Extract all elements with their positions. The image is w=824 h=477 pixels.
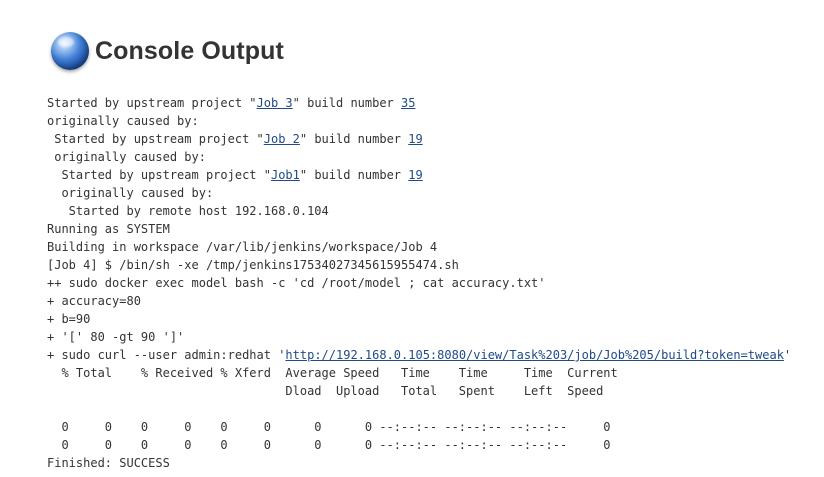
log-text: Started by upstream project "	[47, 96, 257, 110]
build-number-link[interactable]: 19	[408, 132, 422, 146]
console-line: originally caused by:	[47, 114, 199, 128]
log-text: '	[783, 348, 792, 362]
console-line: + '[' 80 -gt 90 ']'	[47, 330, 185, 344]
console-line: Started by upstream project "Job 3" buil…	[47, 94, 791, 112]
console-line: Started by upstream project "Job 2" buil…	[47, 130, 791, 148]
console-line: Dload Upload Total Spent Left Speed	[47, 384, 604, 398]
build-number-link[interactable]: 35	[401, 96, 415, 110]
page-title: Console Output	[95, 37, 284, 65]
console-line: originally caused by:	[47, 186, 214, 200]
console-line: + sudo curl --user admin:redhat 'http://…	[47, 346, 791, 364]
upstream-job-link[interactable]: Job 3	[257, 96, 293, 110]
console-log: Started by upstream project "Job 3" buil…	[47, 94, 791, 472]
console-line: [Job 4] $ /bin/sh -xe /tmp/jenkins175340…	[47, 258, 459, 272]
log-text: " build number	[299, 168, 409, 182]
console-line: 0 0 0 0 0 0 0 0 --:--:-- --:--:-- --:--:…	[47, 438, 611, 452]
console-output-page: Console Output Started by upstream proje…	[0, 0, 824, 477]
trigger-build-url-link[interactable]: http://192.168.0.105:8080/view/Task%203/…	[285, 348, 784, 362]
console-line: + accuracy=80	[47, 294, 141, 308]
log-text: " build number	[299, 132, 409, 146]
log-text: " build number	[292, 96, 402, 110]
upstream-job-link[interactable]: Job1	[271, 168, 300, 182]
console-line: Running as SYSTEM	[47, 222, 170, 236]
console-line: Finished: SUCCESS	[47, 456, 170, 470]
build-number-link[interactable]: 19	[408, 168, 422, 182]
console-line: originally caused by:	[47, 150, 206, 164]
console-line: Building in workspace /var/lib/jenkins/w…	[47, 240, 438, 254]
console-line: ++ sudo docker exec model bash -c 'cd /r…	[47, 276, 546, 290]
console-line: 0 0 0 0 0 0 0 0 --:--:-- --:--:-- --:--:…	[47, 420, 611, 434]
console-line: % Total % Received % Xferd Average Speed…	[47, 366, 618, 380]
console-line: + b=90	[47, 312, 91, 326]
log-text: Started by upstream project "	[47, 132, 264, 146]
upstream-job-link[interactable]: Job 2	[264, 132, 300, 146]
page-header: Console Output	[51, 31, 284, 71]
globe-icon	[51, 32, 89, 70]
console-line: Started by remote host 192.168.0.104	[47, 204, 329, 218]
log-text: + sudo curl --user admin:redhat '	[47, 348, 286, 362]
log-text: Started by upstream project "	[47, 168, 271, 182]
console-line: Started by upstream project "Job1" build…	[47, 166, 791, 184]
